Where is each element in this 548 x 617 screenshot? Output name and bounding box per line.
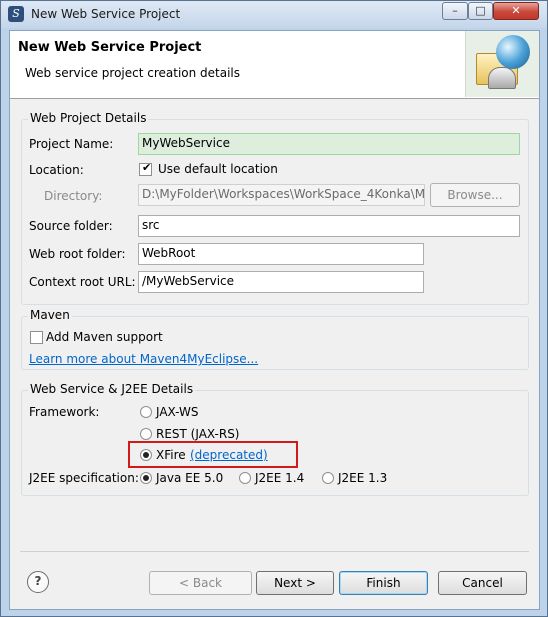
project-name-input[interactable]: MyWebService	[138, 133, 520, 155]
web-root-folder-label: Web root folder:	[29, 247, 126, 261]
framework-rest-radio[interactable]	[140, 428, 152, 440]
learn-more-maven-link[interactable]: Learn more about Maven4MyEclipse...	[29, 352, 258, 366]
button-bar-separator	[20, 551, 529, 552]
directory-input[interactable]: D:\MyFolder\Workspaces\WorkSpace_4Konka\…	[138, 184, 425, 206]
wizard-title: New Web Service Project	[18, 40, 202, 55]
checkmark-icon: ✔	[142, 161, 152, 174]
wizard-description: Web service project creation details	[25, 66, 241, 80]
web-project-details-legend: Web Project Details	[28, 111, 149, 125]
window-title: New Web Service Project	[31, 7, 181, 21]
context-root-label: Context root URL:	[29, 275, 136, 289]
ws-j2ee-details-legend: Web Service & J2EE Details	[28, 382, 196, 396]
j2ee-14-label: J2EE 1.4	[255, 471, 305, 485]
next-button[interactable]: Next >	[256, 571, 334, 595]
back-button[interactable]: < Back	[149, 571, 252, 595]
source-folder-label: Source folder:	[29, 219, 113, 233]
j2ee-javaee5-radio[interactable]	[140, 472, 152, 484]
j2ee-javaee5-label: Java EE 5.0	[156, 471, 224, 485]
close-button[interactable]: ✕	[493, 2, 539, 20]
minimize-button[interactable]: –	[442, 2, 468, 20]
framework-xfire-radio[interactable]	[140, 449, 152, 461]
deprecated-link[interactable]: (deprecated)	[190, 448, 268, 462]
app-icon: S	[8, 6, 24, 22]
project-name-label: Project Name:	[29, 137, 114, 151]
maven-legend: Maven	[28, 308, 72, 322]
add-maven-support-checkbox[interactable]	[30, 331, 43, 344]
directory-label: Directory:	[44, 189, 103, 203]
context-root-input[interactable]: /MyWebService	[138, 271, 424, 293]
framework-label: Framework:	[29, 405, 100, 419]
j2ee-spec-label: J2EE specification:	[29, 471, 139, 485]
maximize-button[interactable]: □	[468, 2, 493, 20]
wizard-banner-image	[465, 31, 539, 97]
dialog-window: S New Web Service Project – □ ✕ New Web …	[0, 0, 548, 617]
service-bell-icon	[488, 67, 516, 89]
j2ee-13-radio[interactable]	[322, 472, 334, 484]
help-icon[interactable]: ?	[27, 571, 49, 593]
dialog-client-area: New Web Service Project Web service proj…	[9, 30, 540, 610]
framework-xfire-label: XFire	[156, 448, 186, 462]
framework-rest-label: REST (JAX-RS)	[156, 427, 240, 441]
use-default-location-checkbox[interactable]: ✔	[139, 161, 152, 176]
location-label: Location:	[29, 163, 84, 177]
cancel-button[interactable]: Cancel	[438, 571, 527, 595]
framework-jaxws-label: JAX-WS	[156, 405, 199, 419]
source-folder-input[interactable]: src	[138, 215, 520, 237]
finish-button[interactable]: Finish	[339, 571, 428, 595]
title-bar: S New Web Service Project – □ ✕	[1, 1, 547, 28]
framework-jaxws-radio[interactable]	[140, 406, 152, 418]
globe-icon	[496, 35, 530, 69]
use-default-location-label: Use default location	[158, 162, 278, 176]
add-maven-support-label: Add Maven support	[46, 330, 163, 344]
wizard-header: New Web Service Project Web service proj…	[10, 31, 539, 99]
web-root-folder-input[interactable]: WebRoot	[138, 243, 424, 265]
j2ee-14-radio[interactable]	[239, 472, 251, 484]
browse-button[interactable]: Browse...	[430, 183, 520, 207]
j2ee-13-label: J2EE 1.3	[338, 471, 388, 485]
